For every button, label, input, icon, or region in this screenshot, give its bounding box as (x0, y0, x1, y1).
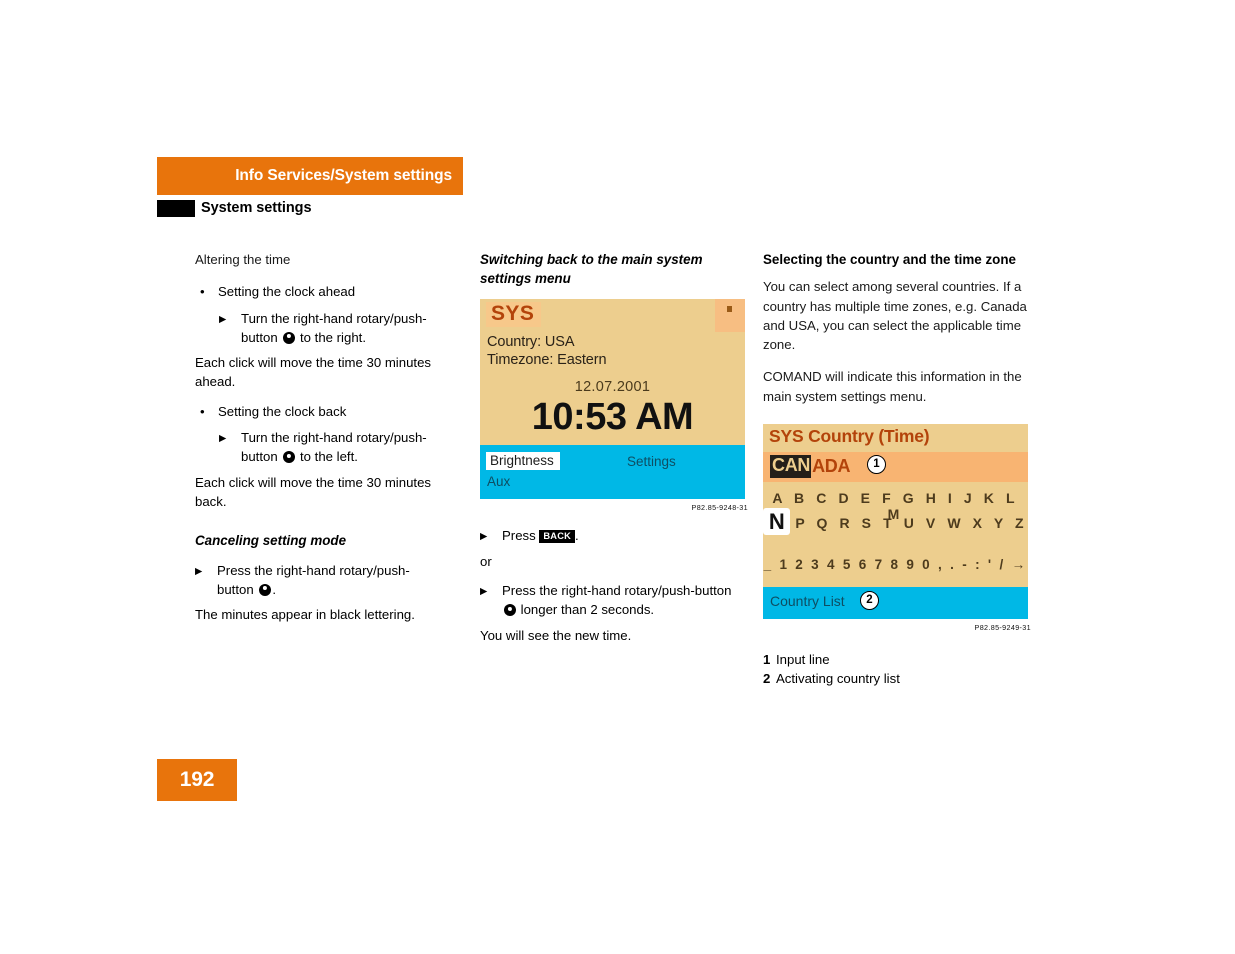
legend-item: 2 Activating country list (763, 669, 1031, 688)
sys-corner-badge (715, 298, 745, 332)
section-marker-swatch (157, 199, 195, 217)
step-text-pre: Press the right-hand rotary/push-button (217, 562, 410, 597)
legend-label: Activating country list (776, 671, 900, 687)
chapter-title-bar: Info Services/System settings (157, 157, 463, 195)
page-number: 192 (179, 768, 215, 791)
sys-timezone-line: Timezone: Eastern (487, 351, 607, 368)
step-turn-left: ▶ Turn the right-hand rotary/push-button… (219, 428, 445, 467)
step-text-post: . (272, 581, 277, 597)
country-input-selected-text: CAN (770, 455, 812, 478)
selecting-country-heading: Selecting the country and the time zone (763, 252, 1016, 267)
symbol-row[interactable]: _ 1 2 3 4 5 6 7 8 9 0 , . - : ' / → (763, 557, 1028, 572)
callout-marker-1: 1 (867, 455, 886, 475)
country-input-line[interactable]: CAN ADA (770, 455, 851, 478)
comand-country-screen: SYS Country (Time) CAN ADA 1 A B C D E F … (763, 424, 1028, 620)
legend-item: 1 Input line (763, 650, 1031, 669)
country-paragraph-2: COMAND will indicate this information in… (763, 369, 1022, 404)
selected-letter-highlight[interactable]: N (763, 508, 791, 536)
canceling-setting-mode-heading: Canceling setting mode (195, 533, 347, 549)
step-press-back: ▶ Press BACK. (480, 526, 748, 546)
sys-status-icon (727, 305, 732, 312)
right-column: Selecting the country and the time zone … (763, 250, 1031, 688)
figure-sys-main-screen: SYS Country: USA Timezone: Eastern 12.07… (480, 298, 748, 512)
sys-bottom-menu-bar: Brightness Settings Aux (480, 444, 745, 499)
sys-screen-titlebar: SYS (480, 298, 745, 335)
rotary-push-button-icon (503, 604, 516, 617)
sys-country-line: Country: USA (487, 333, 575, 350)
note-click-ahead: Each click will move the time 30 minutes… (195, 355, 431, 390)
legend-label: Input line (776, 652, 830, 668)
country-bottom-bar: Country List 2 (763, 587, 1028, 620)
bullet-marker: • (200, 403, 205, 419)
country-paragraph-1: You can select among several countries. … (763, 279, 1027, 353)
comand-sys-screen: SYS Country: USA Timezone: Eastern 12.07… (480, 298, 745, 499)
rotary-push-button-icon (282, 331, 295, 344)
page-number-box: 192 (157, 759, 237, 801)
step-turn-right: ▶ Turn the right-hand rotary/push-button… (219, 309, 445, 348)
sys-menu-settings[interactable]: Settings (627, 454, 676, 469)
section-title: System settings (201, 200, 312, 216)
figure-caption: P82.85-9249-31 (974, 623, 1031, 633)
sys-menu-aux[interactable]: Aux (487, 474, 510, 489)
step-text-post: to the left. (296, 449, 358, 465)
bullet-label: Setting the clock back (218, 403, 347, 419)
switching-back-heading: Switching back to the main system settin… (480, 252, 703, 287)
legend-number: 2 (763, 671, 771, 687)
sys-screen-title: SYS (486, 301, 542, 327)
step-arrow-icon: ▶ (219, 313, 227, 325)
rotary-push-button-icon (282, 451, 295, 464)
figure-caption: P82.85-9248-31 (691, 502, 748, 512)
bullet-item-clock-back: • Setting the clock back (195, 402, 445, 421)
bullet-item-clock-ahead: • Setting the clock ahead (195, 282, 445, 301)
bullet-marker: • (200, 284, 205, 300)
altering-time-intro: Altering the time (195, 252, 291, 267)
step-text-pre: Press (502, 527, 540, 543)
middle-column: Switching back to the main system settin… (480, 250, 748, 655)
country-list-button[interactable]: Country List (770, 593, 845, 609)
country-screen-title: SYS Country (Time) (769, 426, 930, 447)
figure-legend: 1 Input line 2 Activating country list (763, 650, 1031, 688)
sys-time-display: 10:53 AM (531, 395, 694, 438)
legend-number: 1 (763, 652, 771, 668)
step-text-pre: Press the right-hand rotary/push-button (502, 583, 732, 599)
alphabet-row-2[interactable]: N P Q R S T U V W X Y Z (763, 508, 1028, 536)
country-input-remaining-text: ADA (812, 455, 851, 476)
step-text-post: . (575, 527, 579, 543)
page-header: Info Services/System settings System set… (157, 157, 463, 217)
step-press-hold: ▶ Press the right-hand rotary/push-butto… (480, 581, 748, 620)
figure-country-screen: SYS Country (Time) CAN ADA 1 A B C D E F … (763, 424, 1031, 632)
step-arrow-icon: ▶ (480, 530, 488, 542)
back-key-icon: BACK (539, 529, 576, 543)
section-header-row: System settings (157, 199, 463, 217)
note-click-back: Each click will move the time 30 minutes… (195, 474, 431, 509)
sys-date-display: 12.07.2001 (574, 378, 651, 395)
alphabet-row-2-rest[interactable]: P Q R S T U V W X Y Z (795, 512, 1027, 531)
sys-menu-brightness[interactable]: Brightness (486, 451, 560, 471)
step-text-post: longer than 2 seconds. (517, 602, 655, 618)
rotary-push-button-icon (258, 583, 271, 596)
chapter-title: Info Services/System settings (235, 167, 452, 184)
left-column: Altering the time • Setting the clock ah… (195, 250, 445, 634)
step-arrow-icon: ▶ (480, 586, 488, 598)
or-separator: or (480, 553, 492, 569)
step-text-post: to the right. (296, 329, 366, 345)
bullet-label: Setting the clock ahead (218, 284, 356, 300)
step-arrow-icon: ▶ (219, 433, 227, 445)
step-cancel-press: ▶ Press the right-hand rotary/push-butto… (195, 561, 445, 600)
note-minutes-black: The minutes appear in black lettering. (195, 607, 415, 623)
step-arrow-icon: ▶ (195, 565, 203, 577)
callout-marker-2: 2 (860, 591, 879, 611)
note-new-time: You will see the new time. (480, 627, 632, 643)
